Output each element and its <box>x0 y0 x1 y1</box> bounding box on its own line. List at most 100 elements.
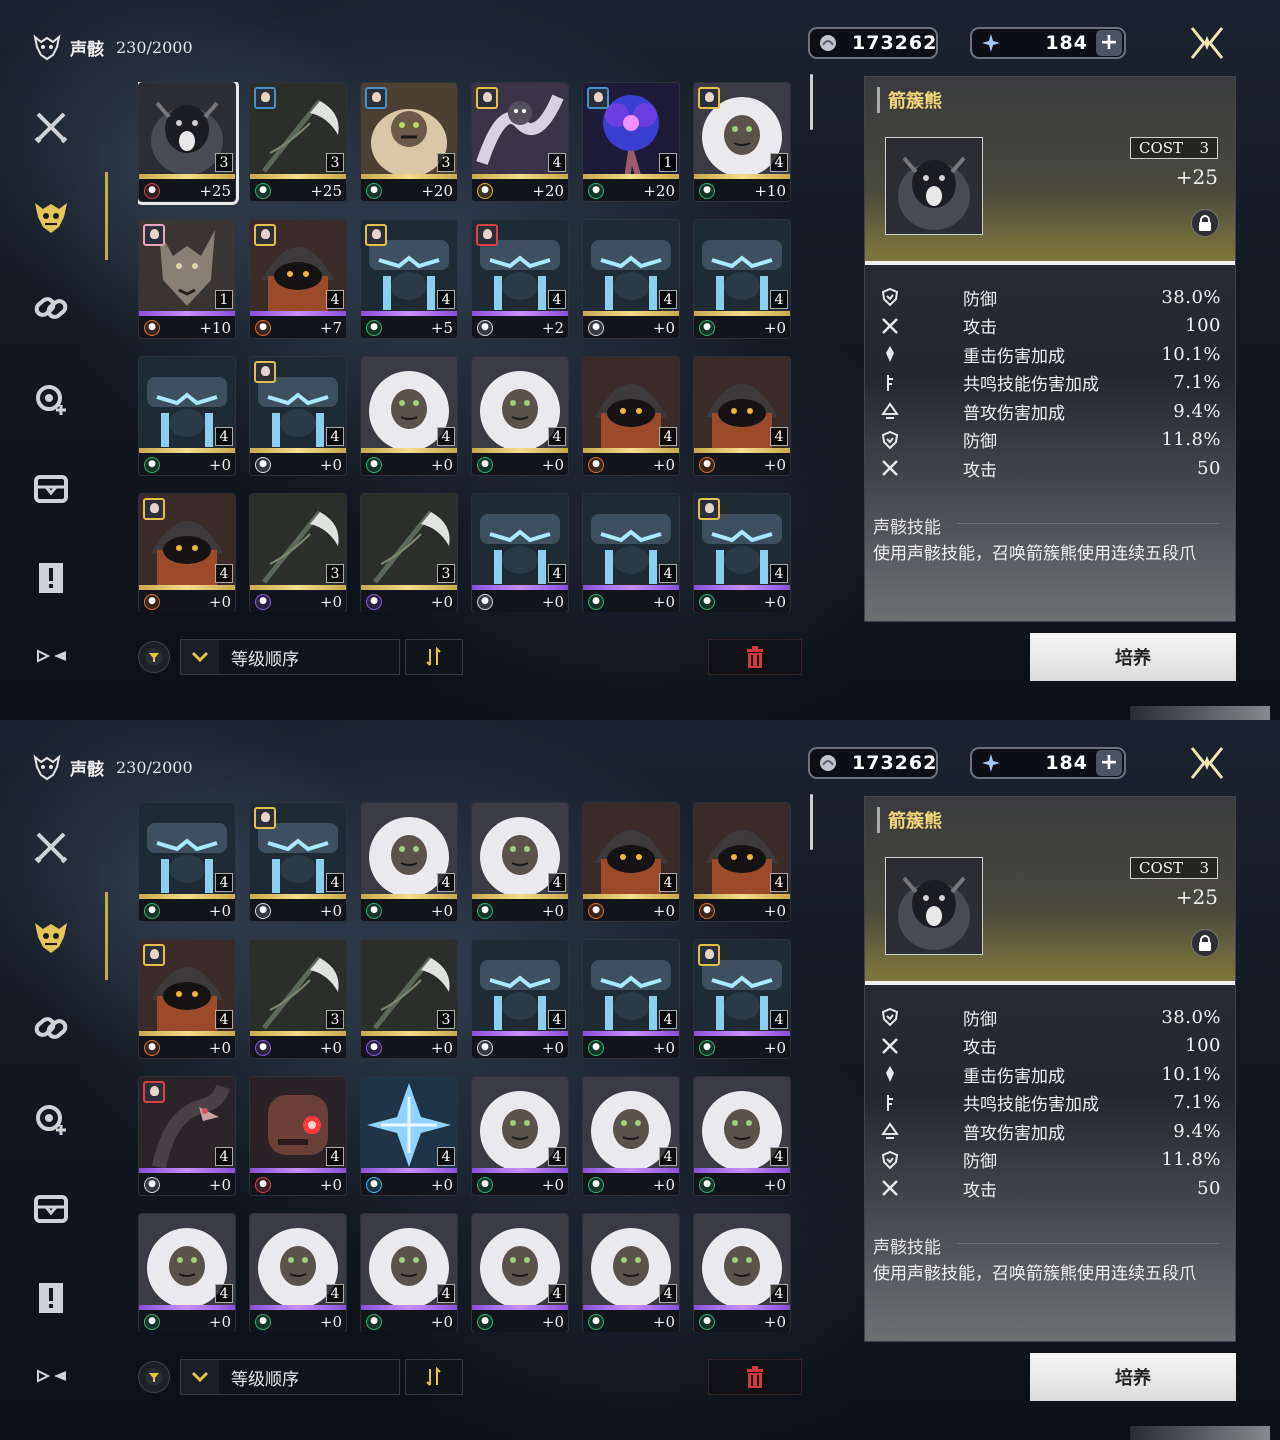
sidebar-collapse[interactable] <box>26 1351 76 1401</box>
sidebar-item-development[interactable] <box>26 1093 76 1143</box>
echo-card[interactable]: 3 ● +0 <box>249 939 347 1059</box>
echo-card[interactable]: 4 ● +0 <box>138 939 236 1059</box>
attack-icon <box>882 1037 898 1054</box>
sonata-icon: ● <box>699 456 715 473</box>
close-icon[interactable] <box>1188 24 1226 62</box>
echo-card[interactable]: 4 ● +0 <box>471 802 569 922</box>
grid-scrollbar[interactable] <box>810 794 813 850</box>
add-astrite-button[interactable]: + <box>1096 30 1122 56</box>
sort-dropdown[interactable]: 等级顺序 <box>180 1359 400 1395</box>
card-footer: ● +25 <box>139 179 235 201</box>
echo-card[interactable]: 3 ● +25 <box>138 82 239 205</box>
echo-card[interactable]: 4 ● +0 <box>582 219 680 339</box>
filter-button[interactable] <box>138 641 170 673</box>
sidebar-item-material[interactable] <box>26 1003 76 1053</box>
echo-card[interactable]: 4 ● +0 <box>249 356 347 476</box>
echo-card[interactable]: 4 ● +0 <box>693 1076 791 1196</box>
echo-card[interactable]: 4 ● +0 <box>360 356 458 476</box>
sort-order-button[interactable] <box>405 1359 463 1395</box>
echo-card[interactable]: 4 ● +0 <box>693 219 791 339</box>
echo-card[interactable]: 3 ● +0 <box>249 493 347 612</box>
sidebar-item-supply[interactable] <box>26 1183 76 1233</box>
echo-card[interactable]: 1 ● +10 <box>138 219 236 339</box>
close-icon[interactable] <box>1188 744 1226 782</box>
stat-icon-wrap <box>875 428 905 452</box>
echo-card[interactable]: 4 ● +0 <box>471 493 569 612</box>
echo-card[interactable]: 4 ● +0 <box>582 1213 680 1332</box>
echo-card[interactable]: 4 ● +0 <box>249 1076 347 1196</box>
sort-order-button[interactable] <box>405 639 463 675</box>
echo-card[interactable]: 3 ● +20 <box>360 82 458 202</box>
echo-level: +0 <box>319 592 342 611</box>
echo-card[interactable]: 4 ● +0 <box>471 356 569 476</box>
add-astrite-button[interactable]: + <box>1096 750 1122 776</box>
echo-card[interactable]: 4 ● +0 <box>471 1213 569 1332</box>
echo-card[interactable]: 4 ● +2 <box>471 219 569 339</box>
echo-card[interactable]: 4 ● +0 <box>582 802 680 922</box>
echo-cost: 4 <box>548 1147 566 1166</box>
sidebar-item-weapon[interactable] <box>26 102 76 152</box>
echo-card[interactable]: 4 ● +0 <box>471 939 569 1059</box>
echo-card[interactable]: 3 ● +25 <box>249 82 347 202</box>
sidebar-item-echo[interactable] <box>26 192 76 242</box>
filter-button[interactable] <box>138 1361 170 1393</box>
echo-card[interactable]: 4 ● +0 <box>693 356 791 476</box>
echo-card[interactable]: 3 ● +0 <box>360 493 458 612</box>
echo-portrait <box>886 138 982 234</box>
echo-card[interactable]: 4 ● +0 <box>693 802 791 922</box>
echo-card[interactable]: 4 ● +5 <box>360 219 458 339</box>
echo-card[interactable]: 4 ● +0 <box>582 939 680 1059</box>
echo-card[interactable]: 4 ● +0 <box>360 1076 458 1196</box>
echo-card[interactable]: 4 ● +0 <box>582 356 680 476</box>
stat-name: 普攻伤害加成 <box>963 403 1065 424</box>
echo-card[interactable]: 3 ● +0 <box>360 939 458 1059</box>
sort-dropdown[interactable]: 等级顺序 <box>180 639 400 675</box>
echo-card[interactable]: 4 ● +0 <box>693 1213 791 1332</box>
astrite-counter: 184 + <box>970 27 1126 59</box>
sidebar-item-echo[interactable] <box>26 912 76 962</box>
echo-card[interactable]: 4 ● +10 <box>693 82 791 202</box>
echo-card[interactable]: 4 ● +0 <box>138 1213 236 1332</box>
echo-card[interactable]: 4 ● +0 <box>471 1076 569 1196</box>
lock-button[interactable] <box>1191 929 1219 957</box>
grid-scrollbar[interactable] <box>810 74 813 130</box>
echo-card[interactable]: 4 ● +0 <box>138 356 236 476</box>
train-button[interactable]: 培养 <box>1030 633 1236 681</box>
echo-card[interactable]: 1 ● +20 <box>582 82 680 202</box>
sidebar-item-quest-item[interactable] <box>26 553 76 603</box>
sidebar-item-weapon[interactable] <box>26 822 76 872</box>
card-footer: ● +0 <box>694 453 790 475</box>
active-tab-indicator <box>105 172 108 260</box>
card-footer: ● +25 <box>250 179 346 201</box>
echo-card[interactable]: 4 ● +0 <box>138 802 236 922</box>
sidebar-item-development[interactable] <box>26 373 76 423</box>
echo-level: +0 <box>430 1175 453 1194</box>
echo-card[interactable]: 4 ● +0 <box>693 939 791 1059</box>
lock-icon <box>1199 935 1211 951</box>
echo-card[interactable]: 4 ● +0 <box>360 1213 458 1332</box>
discard-button[interactable] <box>708 639 802 675</box>
train-button[interactable]: 培养 <box>1030 1353 1236 1401</box>
echo-card[interactable]: 4 ● +7 <box>249 219 347 339</box>
sidebar-item-material[interactable] <box>26 283 76 333</box>
lock-button[interactable] <box>1191 209 1219 237</box>
echo-card[interactable]: 4 ● +0 <box>693 493 791 612</box>
echo-card[interactable]: 4 ● +0 <box>360 802 458 922</box>
echo-card[interactable]: 4 ● +0 <box>582 1076 680 1196</box>
stat-icon-wrap <box>875 1062 905 1086</box>
echo-card[interactable]: 4 ● +0 <box>582 493 680 612</box>
sidebar-collapse[interactable] <box>26 631 76 681</box>
sonata-icon: ● <box>255 1039 271 1056</box>
sidebar-item-supply[interactable] <box>26 463 76 513</box>
echo-card[interactable]: 4 ● +0 <box>249 802 347 922</box>
echo-card[interactable]: 4 ● +0 <box>138 493 236 612</box>
echo-card[interactable]: 4 ● +0 <box>249 1213 347 1332</box>
echo-card[interactable]: 4 ● +0 <box>138 1076 236 1196</box>
stat-name: 重击伤害加成 <box>963 1066 1065 1087</box>
echo-card[interactable]: 4 ● +20 <box>471 82 569 202</box>
echo-level: +0 <box>430 1312 453 1331</box>
echo-cost: 4 <box>770 1147 788 1166</box>
sidebar-item-quest-item[interactable] <box>26 1273 76 1323</box>
echo-level: +0 <box>763 901 786 920</box>
discard-button[interactable] <box>708 1359 802 1395</box>
